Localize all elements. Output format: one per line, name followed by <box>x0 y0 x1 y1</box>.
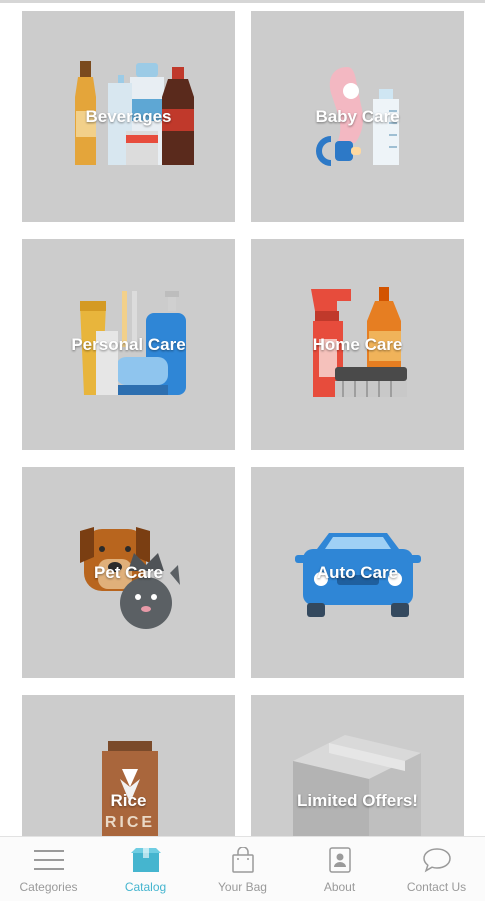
category-grid: Beverages Baby Care Personal Care Home C… <box>0 0 485 836</box>
category-tile-auto-care[interactable]: Auto Care <box>251 467 464 678</box>
category-tile-limited-offers[interactable]: Limited Offers! <box>251 695 464 836</box>
nav-label: Contact Us <box>406 880 467 894</box>
id-card-icon <box>328 847 351 873</box>
nav-label: Catalog <box>124 880 167 894</box>
category-label: Home Care <box>312 334 403 354</box>
nav-label: About <box>323 880 356 894</box>
nav-label: Your Bag <box>218 880 267 894</box>
box-icon <box>130 848 161 872</box>
category-tile-rice[interactable]: RICE Rice <box>22 695 235 836</box>
nav-catalog[interactable]: Catalog <box>97 837 194 901</box>
bottom-nav: Categories Catalog Your Bag About Contac… <box>0 836 485 901</box>
box-icon <box>293 735 421 836</box>
nav-categories[interactable]: Categories <box>0 837 97 901</box>
nav-about[interactable]: About <box>291 837 388 901</box>
category-label: Pet Care <box>94 562 163 582</box>
rice-bag-text: RICE <box>105 814 155 831</box>
nav-your-bag[interactable]: Your Bag <box>194 837 291 901</box>
category-tile-personal-care[interactable]: Personal Care <box>22 239 235 450</box>
category-tile-beverages[interactable]: Beverages <box>22 11 235 222</box>
menu-icon <box>33 850 64 870</box>
category-label: Limited Offers! <box>297 790 418 810</box>
category-label: Baby Care <box>315 106 400 126</box>
category-label: Personal Care <box>71 334 186 354</box>
bag-icon <box>231 847 254 873</box>
category-tile-pet-care[interactable]: Pet Care <box>22 467 235 678</box>
category-tile-home-care[interactable]: Home Care <box>251 239 464 450</box>
category-tile-baby-care[interactable]: Baby Care <box>251 11 464 222</box>
nav-contact-us[interactable]: Contact Us <box>388 837 485 901</box>
chat-bubble-icon <box>422 848 451 873</box>
rice-bag-icon: RICE <box>102 741 158 836</box>
nav-label: Categories <box>19 880 78 894</box>
category-label: Auto Care <box>316 562 399 582</box>
category-label: Beverages <box>85 106 172 126</box>
category-label: Rice <box>110 790 147 810</box>
